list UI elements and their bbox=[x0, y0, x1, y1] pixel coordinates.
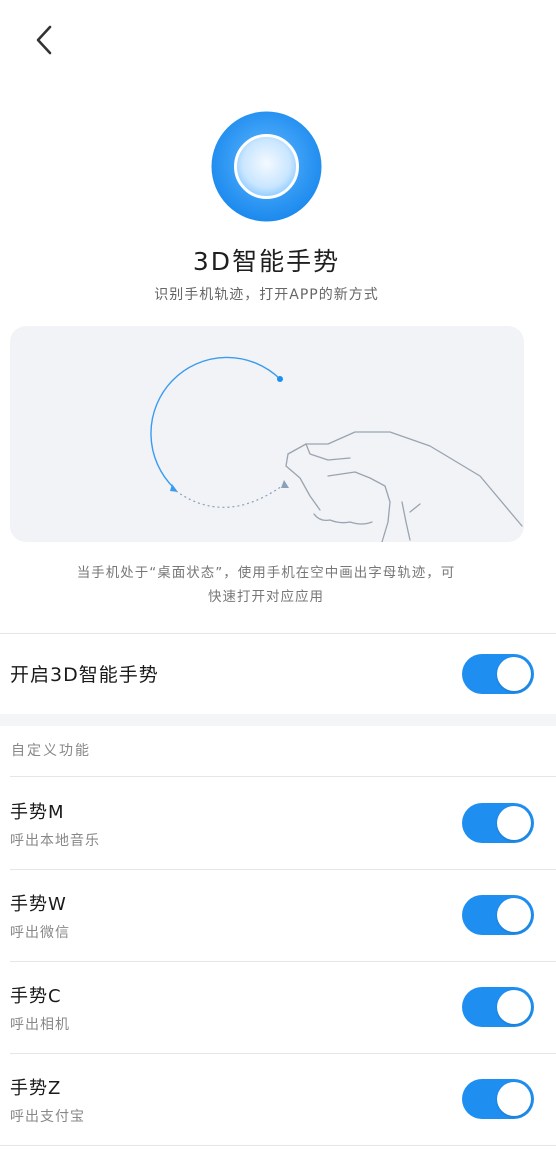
gesture-w-toggle[interactable] bbox=[462, 895, 534, 935]
hand-gesture-illustration bbox=[150, 356, 523, 542]
custom-section-header: 自定义功能 bbox=[11, 743, 91, 759]
gesture-z-toggle[interactable] bbox=[462, 1079, 534, 1119]
toggle-knob bbox=[497, 1082, 531, 1116]
gesture-z-row: 手势Z 呼出支付宝 bbox=[0, 1054, 556, 1146]
divider bbox=[0, 1145, 556, 1146]
toggle-knob bbox=[497, 990, 531, 1024]
toggle-knob bbox=[497, 806, 531, 840]
gesture-m-toggle[interactable] bbox=[462, 803, 534, 843]
gesture-m-row: 手势M 呼出本地音乐 bbox=[0, 778, 556, 870]
page-subtitle: 识别手机轨迹，打开APP的新方式 bbox=[154, 287, 379, 303]
gesture-c-row: 手势C 呼出相机 bbox=[0, 962, 556, 1054]
section-gap bbox=[0, 714, 556, 726]
description-line-1: 当手机处于“桌面状态”，使用手机在空中画出字母轨迹，可 bbox=[76, 565, 456, 581]
enable-3d-gesture-label: 开启3D智能手势 bbox=[10, 664, 159, 686]
gesture-illustration-panel bbox=[10, 326, 524, 542]
description-line-2: 快速打开对应应用 bbox=[208, 589, 324, 605]
gesture-w-title: 手势W bbox=[10, 894, 67, 915]
chevron-left-icon bbox=[33, 24, 55, 60]
gesture-w-subtitle: 呼出微信 bbox=[10, 925, 70, 941]
gesture-ring-icon bbox=[211, 111, 322, 222]
gesture-m-subtitle: 呼出本地音乐 bbox=[10, 833, 100, 849]
toggle-knob bbox=[497, 657, 531, 691]
gesture-c-toggle[interactable] bbox=[462, 987, 534, 1027]
gesture-m-title: 手势M bbox=[10, 802, 65, 823]
enable-3d-gesture-toggle[interactable] bbox=[462, 654, 534, 694]
gesture-c-title: 手势C bbox=[10, 986, 62, 1007]
divider bbox=[10, 776, 556, 777]
gesture-z-subtitle: 呼出支付宝 bbox=[10, 1109, 85, 1125]
page-title: 3D智能手势 bbox=[192, 247, 341, 276]
enable-3d-gesture-row: 开启3D智能手势 bbox=[0, 634, 556, 714]
toggle-knob bbox=[497, 898, 531, 932]
back-button[interactable] bbox=[24, 22, 64, 62]
gesture-c-subtitle: 呼出相机 bbox=[10, 1017, 70, 1033]
gesture-w-row: 手势W 呼出微信 bbox=[0, 870, 556, 962]
feature-description: 当手机处于“桌面状态”，使用手机在空中画出字母轨迹，可 快速打开对应应用 bbox=[12, 561, 520, 609]
gesture-z-title: 手势Z bbox=[10, 1078, 62, 1099]
